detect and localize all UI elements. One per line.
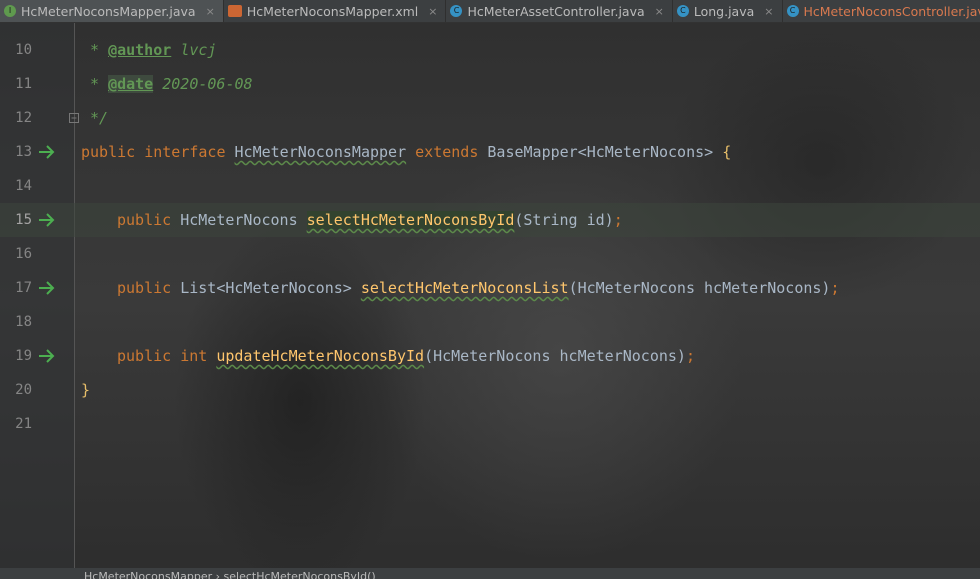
implemented-arrow-icon[interactable] [38,212,56,228]
doc-star: * [90,41,100,59]
editor-tab[interactable]: I HcMeterNoconsMapper.java × [0,0,224,22]
keyword: public [81,143,136,161]
code-line-18[interactable]: 18 [0,305,980,339]
code-text[interactable]: public List<HcMeterNocons> selectHcMeter… [117,271,840,305]
code-text[interactable]: * @date 2020-06-08 [90,67,253,101]
interface-icon: I [4,5,16,17]
tab-label: HcMeterAssetController.java [467,3,645,19]
code-line-13[interactable]: 13 public interface HcMeterNoconsMapper … [0,135,980,169]
javadoc-tag: @author [108,41,172,59]
tab-label: Long.java [693,3,755,19]
implemented-arrow-icon[interactable] [38,144,56,160]
line-number: 17 [15,280,32,296]
keyword: extends [415,143,479,161]
return-type: HcMeterNocons [180,211,298,229]
code-text[interactable]: * @author lvcj [90,33,216,67]
code-text[interactable]: public interface HcMeterNoconsMapper ext… [81,135,731,169]
implemented-arrow-icon[interactable] [38,280,56,296]
doc-close: */ [90,109,109,127]
line-number: 12 [15,110,32,126]
method-params: (String id) [514,211,614,229]
breadcrumb: HcMeterNoconsMapper › selectHcMeterNocon… [84,570,376,579]
line-number: 16 [15,246,32,262]
line-number: 14 [15,178,32,194]
method-params: (HcMeterNocons hcMeterNocons) [568,279,831,297]
line-number: 15 [15,212,32,228]
code-line-10[interactable]: 10 * @author lvcj [0,33,980,67]
class-icon: C [676,5,689,17]
tab-label: HcMeterNoconsController.java [803,3,980,19]
code-line-19[interactable]: 19 public int updateHcMeterNoconsById(Hc… [0,339,980,373]
keyword: interface [144,143,226,161]
close-tab-icon[interactable]: × [655,5,664,18]
line-number: 13 [15,144,32,160]
breadcrumb-bar: HcMeterNoconsMapper › selectHcMeterNocon… [0,568,980,579]
editor-tab[interactable]: C Long.java × [673,0,783,22]
doc-star: * [90,75,100,93]
semicolon: ; [685,347,695,365]
tab-label: HcMeterNoconsMapper.java [21,3,196,19]
javadoc-tag: @date [108,75,154,93]
close-tab-icon[interactable]: × [764,5,773,18]
breadcrumb-interface[interactable]: HcMeterNoconsMapper [84,570,212,579]
code-text[interactable]: } [81,373,90,407]
class-icon: C [786,5,799,17]
keyword: public [117,211,172,229]
close-brace: } [81,381,91,399]
method-params: (HcMeterNocons hcMeterNocons) [424,347,686,365]
close-tab-icon[interactable]: × [206,5,215,18]
semicolon: ; [830,279,840,297]
return-type: List<HcMeterNocons> [180,279,352,297]
type-name: BaseMapper<HcMeterNocons> [487,143,714,161]
code-line-14[interactable]: 14 [0,169,980,203]
tab-label: HcMeterNoconsMapper.xml [246,3,419,19]
line-number: 20 [15,382,32,398]
keyword: public [117,279,172,297]
code-line-17[interactable]: 17 public List<HcMeterNocons> selectHcMe… [0,271,980,305]
interface-name: HcMeterNoconsMapper [234,143,407,161]
method-name: selectHcMeterNoconsById [306,211,515,229]
editor-tab[interactable]: C HcMeterNoconsController.java [783,0,980,22]
keyword: public [117,347,172,365]
breadcrumb-method[interactable]: selectHcMeterNoconsById() [224,570,376,579]
code-line-12[interactable]: 12 */ [0,101,980,135]
editor-tab-bar: I HcMeterNoconsMapper.java × HcMeterNoconsM… [0,0,980,23]
code-line-16[interactable]: 16 [0,237,980,271]
code-line-20[interactable]: 20 } [0,373,980,407]
method-name: selectHcMeterNoconsList [360,279,569,297]
line-number: 19 [15,348,32,364]
xml-file-icon [227,5,242,17]
editor-tab[interactable]: HcMeterNoconsMapper.xml × [224,0,447,22]
line-number: 18 [15,314,32,330]
close-tab-icon[interactable]: × [428,5,437,18]
code-line-11[interactable]: 11 * @date 2020-06-08 [0,67,980,101]
code-line-15[interactable]: 15 public HcMeterNocons selectHcMeterNoc… [0,203,980,237]
keyword: int [180,347,208,365]
open-brace: { [722,143,732,161]
class-icon: C [450,5,463,17]
code-line-21[interactable]: 21 [0,407,980,441]
javadoc-text: 2020-06-08 [162,75,253,93]
breadcrumb-separator: › [215,570,221,579]
javadoc-text: lvcj [180,41,217,59]
line-number: 21 [15,416,32,432]
editor-tab[interactable]: C HcMeterAssetController.java × [446,0,673,22]
method-name: updateHcMeterNoconsById [216,347,425,365]
code-text[interactable]: */ [90,101,108,135]
line-number: 11 [15,76,32,92]
fold-marker-icon[interactable] [69,113,79,123]
implemented-arrow-icon[interactable] [38,348,56,364]
code-text[interactable]: public HcMeterNocons selectHcMeterNocons… [117,203,623,237]
code-text[interactable]: public int updateHcMeterNoconsById(HcMet… [117,339,695,373]
line-number: 10 [15,42,32,58]
semicolon: ; [613,211,623,229]
